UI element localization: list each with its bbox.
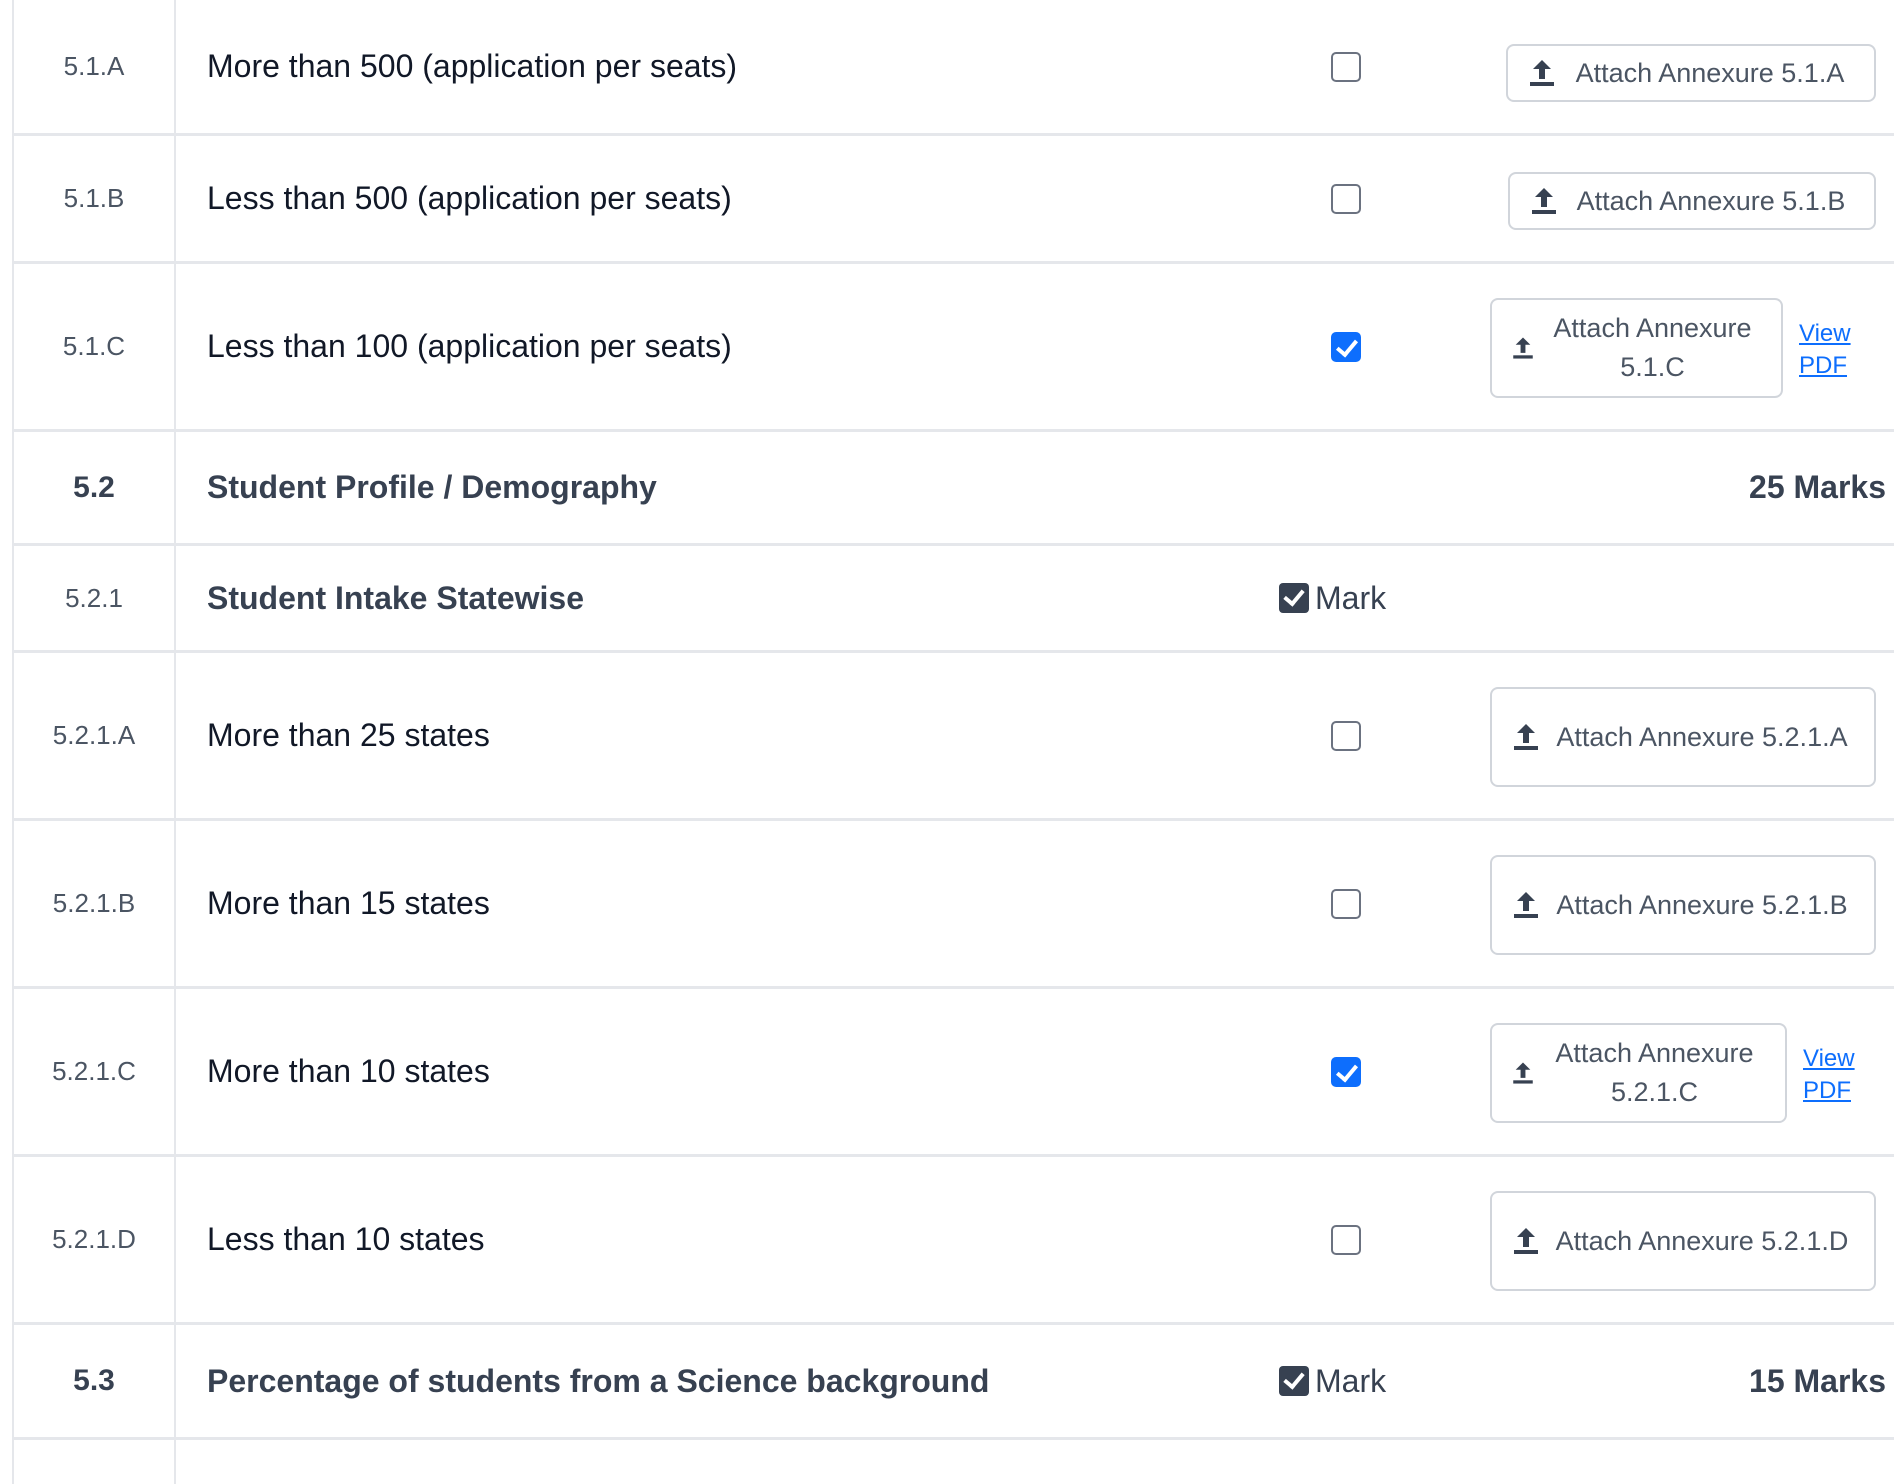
option-checkbox[interactable]: [1314, 0, 1378, 133]
row-code: 5.1.C: [14, 264, 176, 429]
upload-icon: [1513, 1062, 1533, 1084]
criteria-table: 5.1.A More than 500 (application per sea…: [12, 0, 1894, 1484]
attach-annexure-button[interactable]: Attach Annexure 5.1.C: [1490, 298, 1783, 398]
section-row: 5.2 Student Profile / Demography 25 Mark…: [14, 432, 1894, 546]
upload-icon: [1530, 60, 1554, 86]
attach-annexure-button[interactable]: Attach Annexure 5.1.A: [1506, 44, 1876, 102]
attach-annexure-button[interactable]: Attach Annexure 5.2.1.B: [1490, 855, 1876, 955]
section-marks: 15 Marks: [1749, 1362, 1886, 1399]
row-description: More than 10 states: [207, 1053, 490, 1089]
section-row: 5.3 Percentage of students from a Scienc…: [14, 1325, 1894, 1440]
section-title: Percentage of students from a Science ba…: [207, 1362, 990, 1399]
section-code: 5.2: [14, 432, 176, 543]
option-checkbox[interactable]: [1314, 264, 1378, 429]
view-pdf-link[interactable]: View PDF: [1799, 318, 1859, 382]
row-code: 5.1.A: [14, 0, 176, 133]
row-description: More than 500 (application per seats): [207, 48, 738, 84]
attach-button-label: Attach Annexure 5.2.1.D: [1555, 1225, 1849, 1256]
row-description: Less than 10 states: [207, 1221, 485, 1257]
attach-annexure-button[interactable]: Attach Annexure 5.2.1.A: [1490, 687, 1876, 787]
table-row: 5.1.B Less than 500 (application per sea…: [14, 136, 1894, 264]
subsection-code: 5.2.1: [14, 546, 176, 650]
row-code: 5.2.1.A: [14, 653, 176, 818]
option-checkbox[interactable]: [1314, 821, 1378, 986]
view-pdf-link[interactable]: View PDF: [1803, 1043, 1863, 1107]
section-title: Student Profile / Demography: [207, 469, 657, 505]
upload-icon: [1514, 1228, 1538, 1254]
checked-square-icon: [1279, 1366, 1309, 1396]
row-description: Less than 500 (application per seats): [207, 180, 732, 216]
option-checkbox[interactable]: [1314, 989, 1378, 1154]
attach-button-label: Attach Annexure 5.1.C: [1553, 313, 1752, 382]
row-code: 5.2.1.B: [14, 821, 176, 986]
table-row: 5.2.1.C More than 10 states Attach Annex…: [14, 989, 1894, 1157]
option-checkbox[interactable]: [1314, 1157, 1378, 1322]
row-code: 5.2.1.C: [14, 989, 176, 1154]
attach-button-label: Attach Annexure 5.1.A: [1575, 57, 1845, 88]
checked-square-icon: [1279, 583, 1309, 613]
table-row: 5.1.A More than 500 (application per sea…: [14, 0, 1894, 136]
attach-button-label: Attach Annexure 5.2.1.A: [1556, 721, 1848, 752]
attach-button-label: Attach Annexure 5.2.1.C: [1555, 1038, 1754, 1107]
table-row: 5.2.1.D Less than 10 states Attach Annex…: [14, 1157, 1894, 1325]
row-description: More than 15 states: [207, 885, 490, 921]
row-code: 5.1.B: [14, 136, 176, 261]
option-checkbox[interactable]: [1314, 136, 1378, 261]
row-code: [14, 1440, 176, 1484]
row-code: 5.2.1.D: [14, 1157, 176, 1322]
upload-icon: [1514, 724, 1538, 750]
section-code: 5.3: [14, 1325, 176, 1437]
subsection-title: Student Intake Statewise: [207, 579, 584, 616]
table-row: 5.2.1.B More than 15 states Attach Annex…: [14, 821, 1894, 989]
mark-toggle[interactable]: Mark: [1279, 1325, 1386, 1437]
subsection-row: 5.2.1 Student Intake Statewise Mark: [14, 546, 1894, 653]
attach-annexure-button[interactable]: Attach Annexure 5.2.1.C: [1490, 1023, 1787, 1123]
section-marks: 25 Marks: [1749, 469, 1886, 505]
mark-toggle[interactable]: Mark: [1279, 546, 1386, 650]
attach-annexure-button[interactable]: Attach Annexure 5.1.B: [1508, 172, 1876, 230]
upload-icon: [1514, 892, 1538, 918]
attach-button-label: Attach Annexure 5.1.B: [1576, 185, 1846, 216]
mark-label: Mark: [1315, 579, 1387, 616]
row-description: More than 25 states: [207, 717, 490, 753]
attach-button-label: Attach Annexure 5.2.1.B: [1556, 889, 1848, 920]
table-row: 5.2.1.A More than 25 states Attach Annex…: [14, 653, 1894, 821]
option-checkbox[interactable]: [1314, 653, 1378, 818]
upload-icon: [1532, 188, 1556, 214]
table-row: [14, 1440, 1894, 1484]
table-row: 5.1.C Less than 100 (application per sea…: [14, 264, 1894, 432]
attach-annexure-button[interactable]: Attach Annexure 5.2.1.D: [1490, 1191, 1876, 1291]
upload-icon: [1513, 337, 1533, 359]
mark-label: Mark: [1315, 1362, 1387, 1399]
row-description: Less than 100 (application per seats): [207, 328, 732, 364]
